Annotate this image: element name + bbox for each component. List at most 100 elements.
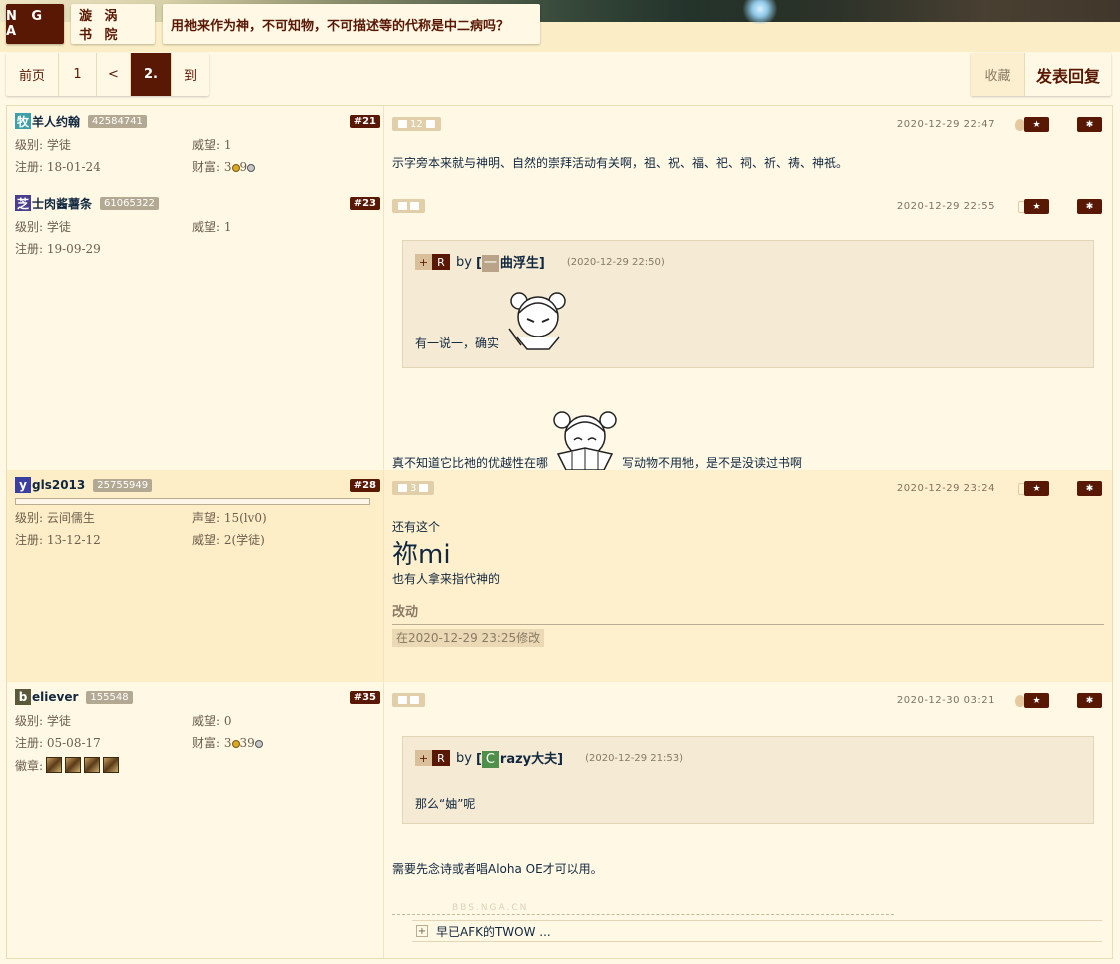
reputation-bar [15, 498, 370, 505]
user-stats: 级别: 学徒 威望: 0 注册: 05-08-17 财富: 3 39 [15, 710, 375, 754]
user-prestige: 威望: 0 [192, 714, 232, 728]
quote-reply-link[interactable]: R [432, 750, 450, 766]
vote-buttons[interactable]: 12 [392, 117, 441, 131]
thumb-up-icon[interactable] [398, 202, 407, 210]
post-content: 需要先念诗或者唱Aloha OE才可以用。 [392, 862, 603, 876]
thumb-down-icon[interactable] [410, 696, 419, 704]
user-registered: 注册: 19-09-29 [15, 242, 101, 256]
user-level: 级别: 学徒 [15, 714, 71, 728]
post-body: 2020-12-30 03:21 ★ ✱ + R by [Crazy大夫] (2… [384, 682, 1112, 958]
user-avatar-char[interactable]: y [15, 477, 31, 493]
page-prev-button[interactable]: < [97, 53, 131, 96]
star-icon[interactable]: ★ [1024, 481, 1049, 496]
post-time: 2020-12-30 03:21 [896, 695, 995, 706]
gear-icon[interactable]: ✱ [1077, 117, 1102, 132]
silver-coin-icon [254, 739, 263, 748]
user-registered: 注册: 18-01-24 [15, 160, 101, 174]
post-body: 3 2020-12-29 23:24 ★ ✱ 还有这个 祢mi 也有人拿来指代神… [384, 470, 1112, 682]
edit-title: 改动 [392, 604, 1104, 625]
user-id-badge[interactable]: 42584741 [88, 114, 147, 128]
anime-girl-sticker [503, 285, 573, 351]
page-current[interactable]: 2. [131, 53, 172, 96]
quote-expand-button[interactable]: + [415, 254, 432, 270]
post-35: b eliever 155548 #35 级别: 学徒 威望: 0 注册: 05… [7, 682, 1112, 958]
floor-number[interactable]: #23 [349, 197, 380, 210]
star-icon[interactable]: ★ [1024, 199, 1049, 214]
user-reputation: 声望: 15(lv0) [192, 511, 267, 525]
vote-buttons[interactable]: 3 [392, 481, 435, 495]
star-icon[interactable]: ★ [1024, 117, 1049, 132]
thumb-up-icon[interactable] [398, 120, 407, 128]
post-body: 12 2020-12-29 22:47 ★ ✱ 示字旁本来就与神明、自然的崇拜活… [384, 106, 1112, 188]
big-text: 祢mi [392, 540, 451, 570]
nga-logo[interactable]: N G A [6, 4, 64, 44]
quote-by: by [456, 254, 472, 270]
anime-girl-fan-sticker [548, 408, 622, 472]
user-avatar-char[interactable]: 芝 [15, 195, 31, 211]
quote-block: + R by [Crazy大夫] (2020-12-29 21:53) 那么“妯… [402, 736, 1094, 824]
breadcrumb-topic[interactable]: 用祂来作为神，不可知物，不可描述等的代称是中二病吗？ [163, 4, 540, 44]
vote-buttons[interactable] [392, 199, 425, 213]
badge-icon[interactable] [84, 757, 101, 773]
page-front-button[interactable]: 前页 [6, 53, 59, 96]
page-1-button[interactable]: 1 [59, 53, 97, 96]
expand-icon[interactable]: + [416, 925, 428, 937]
thumb-up-icon[interactable] [398, 696, 407, 704]
user-wealth: 财富: 3 39 [192, 732, 362, 754]
badge-icon[interactable] [103, 757, 120, 773]
badge-icon[interactable] [65, 757, 82, 773]
gold-coin-icon [231, 739, 240, 748]
gear-icon[interactable]: ✱ [1077, 481, 1102, 496]
reply-button[interactable]: 发表回复 [1025, 53, 1111, 96]
username[interactable]: 士肉酱薯条 [32, 195, 92, 212]
gear-icon[interactable]: ✱ [1077, 199, 1102, 214]
quote-time: (2020-12-29 21:53) [585, 752, 683, 764]
user-id-badge[interactable]: 25755949 [93, 478, 153, 492]
badge-icon[interactable] [46, 757, 63, 773]
thumb-up-icon[interactable] [398, 484, 407, 492]
user-id-badge[interactable]: 155548 [86, 690, 133, 704]
post-time: 2020-12-29 22:55 [896, 201, 995, 212]
post-23: 芝 士肉酱薯条 61065322 #23 级别: 学徒 威望: 1 注册: 19… [7, 188, 1112, 472]
thumb-down-icon[interactable] [419, 484, 429, 492]
favorite-button[interactable]: 收藏 [971, 53, 1025, 96]
quote-reply-link[interactable]: R [432, 254, 450, 270]
vote-buttons[interactable] [392, 693, 425, 707]
floor-number[interactable]: #35 [349, 691, 380, 704]
floor-number[interactable]: #28 [349, 479, 380, 492]
signature-collapse[interactable]: + 早已AFK的TWOW ... [412, 920, 1102, 942]
user-level: 级别: 学徒 [15, 220, 71, 234]
thumb-down-icon[interactable] [425, 120, 435, 128]
edit-note: 在2020-12-29 23:25修改 [392, 629, 545, 647]
quote-expand-button[interactable]: + [415, 750, 432, 766]
breadcrumb-forum[interactable]: 漩 涡 书 院 [71, 4, 155, 44]
floor-number[interactable]: #21 [349, 115, 380, 128]
user-avatar-char[interactable]: 牧 [15, 113, 31, 129]
user-avatar-char[interactable]: b [15, 689, 31, 705]
thumb-down-icon[interactable] [410, 202, 419, 210]
user-badges: 徽章: [15, 754, 375, 776]
topic-actions: 收藏 发表回复 [971, 53, 1111, 96]
username[interactable]: 羊人约翰 [32, 113, 80, 130]
username[interactable]: gls2013 [32, 478, 85, 492]
page-goto-button[interactable]: 到 [172, 53, 209, 96]
quote-author[interactable]: [Crazy大夫] [476, 748, 563, 768]
quote-author[interactable]: [一曲浮生] [476, 252, 545, 272]
banner-art [540, 0, 1120, 22]
gear-icon[interactable]: ✱ [1077, 693, 1102, 708]
user-prestige: 威望: 2(学徒) [192, 533, 265, 547]
post-28: y gls2013 25755949 #28 级别: 云间儒生 声望: 15(l… [7, 470, 1112, 682]
star-icon[interactable]: ★ [1024, 693, 1049, 708]
quote-content: 有一说一，确实 [415, 285, 1081, 351]
signature-divider: BBS.NGA.CN [392, 903, 894, 915]
quote-by: by [456, 750, 472, 766]
username[interactable]: eliever [32, 690, 78, 704]
user-id-badge[interactable]: 61065322 [100, 196, 159, 210]
user-panel: 牧 羊人约翰 42584741 #21 级别: 学徒 威望: 1 注册: 18-… [7, 106, 384, 188]
post-21: 牧 羊人约翰 42584741 #21 级别: 学徒 威望: 1 注册: 18-… [7, 106, 1112, 188]
user-level: 级别: 学徒 [15, 138, 71, 152]
user-prestige: 威望: 1 [192, 220, 232, 234]
quote-content: 那么“妯”呢 [415, 797, 476, 811]
user-wealth: 财富: 39 [192, 156, 362, 178]
pagination: 前页 1 < 2. 到 [6, 53, 209, 96]
